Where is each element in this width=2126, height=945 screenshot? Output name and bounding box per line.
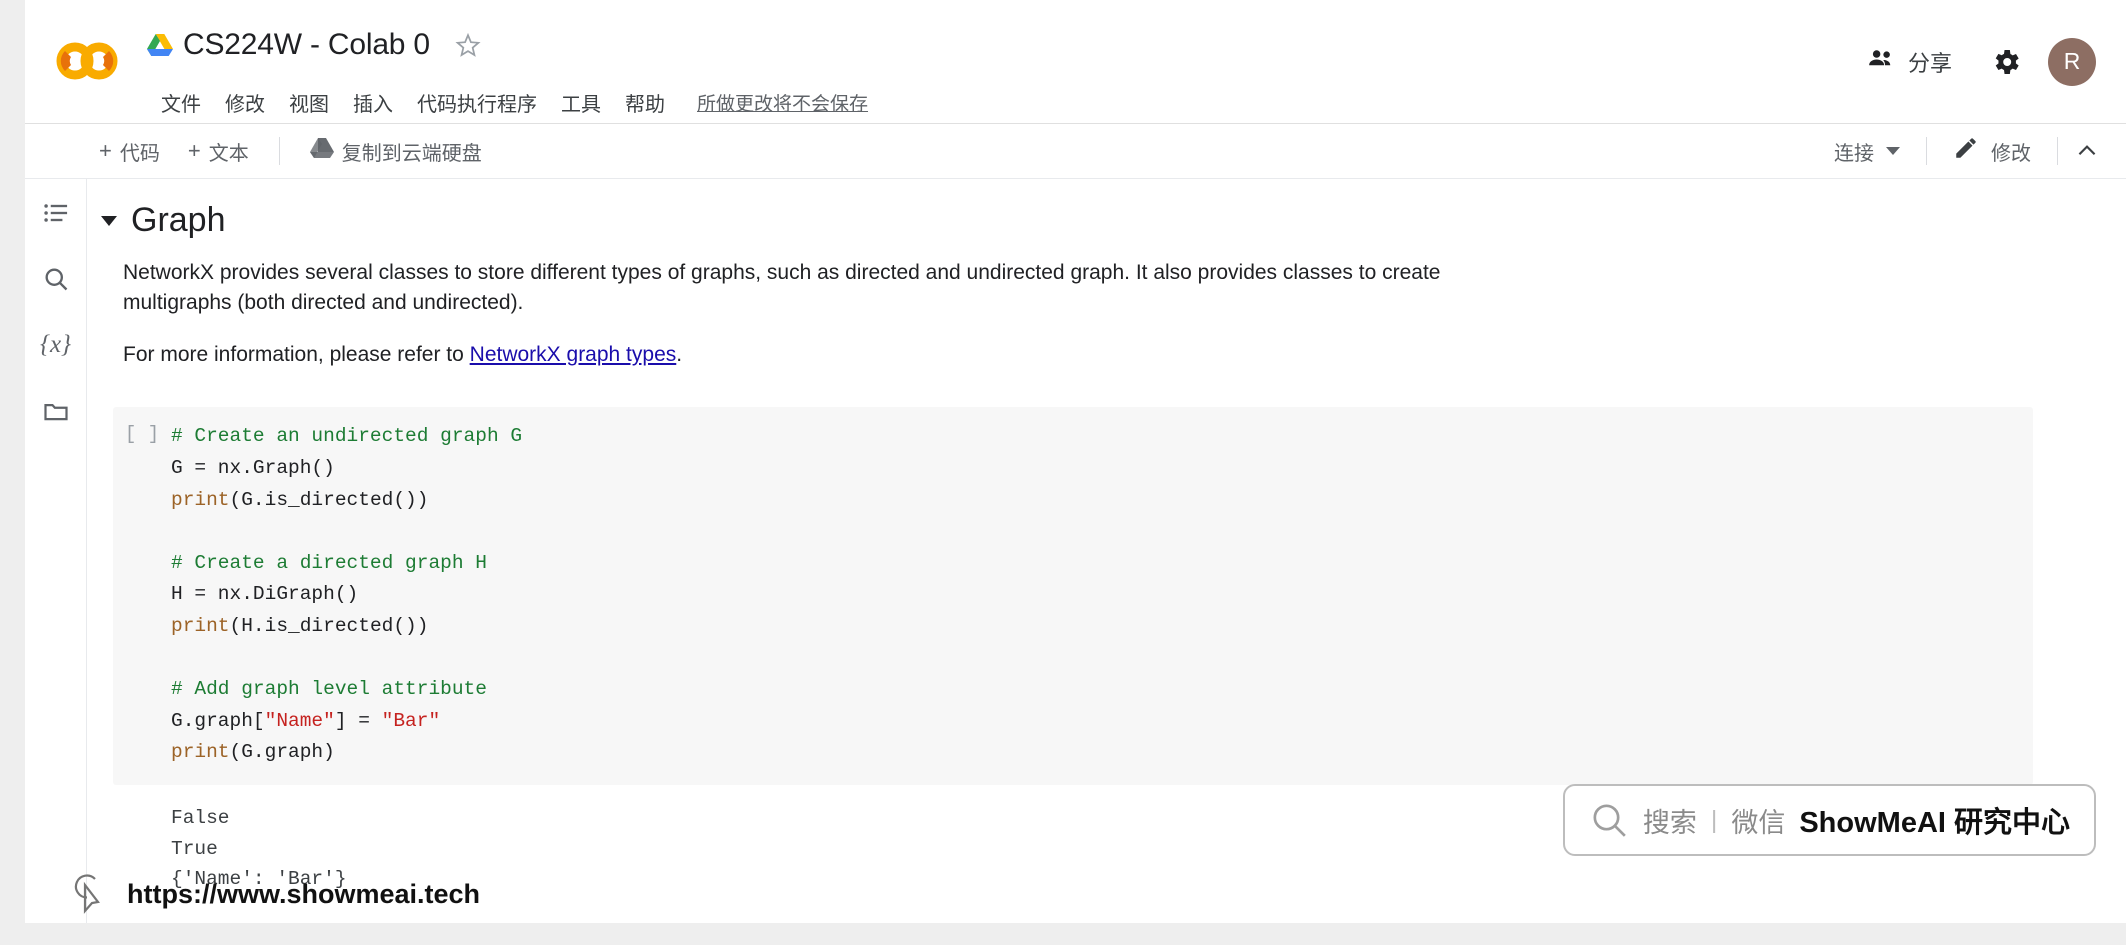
share-button[interactable]: 分享 — [1854, 36, 1964, 87]
copy-to-drive-button[interactable]: 复制到云端硬盘 — [296, 132, 496, 171]
menu-item-runtime[interactable]: 代码执行程序 — [405, 86, 549, 119]
drive-icon — [147, 33, 173, 57]
add-code-cell-button[interactable]: + 代码 — [85, 132, 174, 171]
header-actions: 分享 R — [1854, 36, 2096, 87]
more-info-prefix: For more information, please refer to — [123, 342, 470, 366]
paragraph-more-info: For more information, please refer to Ne… — [87, 318, 1547, 370]
menu-bar: 文件 修改 视图 插入 代码执行程序 工具 帮助 所做更改将不会保存 — [149, 86, 868, 119]
connect-label: 连接 — [1834, 142, 1874, 165]
gear-icon[interactable] — [1990, 46, 2022, 78]
add-text-cell-button[interactable]: + 文本 — [174, 132, 263, 171]
toolbar-right-group: 连接 修改 — [1824, 130, 2126, 172]
save-status-link[interactable]: 所做更改将不会保存 — [697, 89, 868, 116]
section-header: Graph — [87, 201, 2126, 240]
share-label: 分享 — [1907, 50, 1952, 76]
code-cell-source[interactable]: # Create an undirected graph G G = nx.Gr… — [171, 421, 522, 768]
app-header: CS224W - Colab 0 文件 修改 视图 插入 代码执行程序 工具 帮… — [25, 0, 2126, 124]
add-text-label: 文本 — [208, 142, 249, 165]
colab-logo — [53, 38, 121, 84]
toolbar-divider — [278, 137, 280, 165]
footer-url-bar: https://www.showmeai.tech — [71, 871, 480, 917]
variables-icon[interactable]: {x} — [40, 329, 72, 361]
footer-url-text: https://www.showmeai.tech — [127, 878, 481, 909]
plus-icon: + — [187, 138, 201, 163]
cursor-arrow-icon — [71, 871, 117, 917]
watermark-divider: | — [1710, 805, 1718, 834]
heading-graph: Graph — [131, 201, 226, 239]
menu-item-help[interactable]: 帮助 — [613, 86, 677, 119]
colab-window: CS224W - Colab 0 文件 修改 视图 插入 代码执行程序 工具 帮… — [25, 0, 2126, 923]
toolbar-left-group: + 代码 + 文本 复制到云端硬盘 — [25, 132, 496, 171]
search-icon — [1589, 800, 1629, 840]
more-info-suffix: . — [676, 342, 683, 366]
document-title-row: CS224W - Colab 0 — [147, 28, 482, 62]
pencil-icon — [1953, 135, 1979, 167]
menu-item-view[interactable]: 视图 — [277, 86, 341, 119]
page-title[interactable]: CS224W - Colab 0 — [183, 28, 430, 62]
collapse-triangle-icon[interactable] — [101, 215, 117, 226]
avatar[interactable]: R — [2048, 37, 2096, 86]
networkx-graph-types-link[interactable]: NetworkX graph types — [470, 343, 677, 366]
edit-label: 修改 — [1991, 142, 2031, 165]
watermark-search-label: 搜索 — [1642, 807, 1697, 838]
run-cell-button[interactable]: [ ] — [113, 421, 171, 768]
watermark-wechat-label: 微信 — [1731, 807, 1786, 838]
connect-button[interactable]: 连接 — [1824, 132, 1910, 171]
star-icon[interactable] — [454, 31, 482, 59]
people-icon — [1866, 44, 1896, 79]
watermark-brand: ShowMeAI 研究中心 — [1799, 807, 2070, 839]
menu-item-insert[interactable]: 插入 — [341, 86, 405, 119]
plus-icon: + — [99, 138, 112, 163]
toolbar-divider — [1926, 137, 1927, 165]
menu-item-edit[interactable]: 修改 — [213, 86, 277, 119]
search-icon[interactable] — [40, 263, 72, 295]
add-code-label: 代码 — [119, 142, 160, 165]
notebook-toolbar: + 代码 + 文本 复制到云端硬盘 连接 修改 — [25, 124, 2126, 179]
edit-button[interactable]: 修改 — [1943, 130, 2041, 172]
code-cell[interactable]: [ ] # Create an undirected graph G G = n… — [113, 407, 2033, 785]
table-of-contents-icon[interactable] — [40, 197, 72, 229]
menu-item-file[interactable]: 文件 — [149, 86, 213, 119]
paragraph-intro: NetworkX provides several classes to sto… — [123, 261, 1441, 314]
chevron-down-icon — [1886, 147, 1900, 155]
drive-icon — [309, 137, 334, 165]
chevron-up-icon[interactable] — [2074, 138, 2100, 164]
copy-to-drive-label: 复制到云端硬盘 — [341, 142, 482, 165]
left-rail: {x} — [25, 179, 87, 923]
toolbar-divider — [2057, 137, 2058, 165]
files-icon[interactable] — [40, 395, 72, 427]
showmeai-watermark: 搜索 | 微信 ShowMeAI 研究中心 — [1562, 784, 2096, 856]
menu-item-tools[interactable]: 工具 — [549, 86, 613, 119]
